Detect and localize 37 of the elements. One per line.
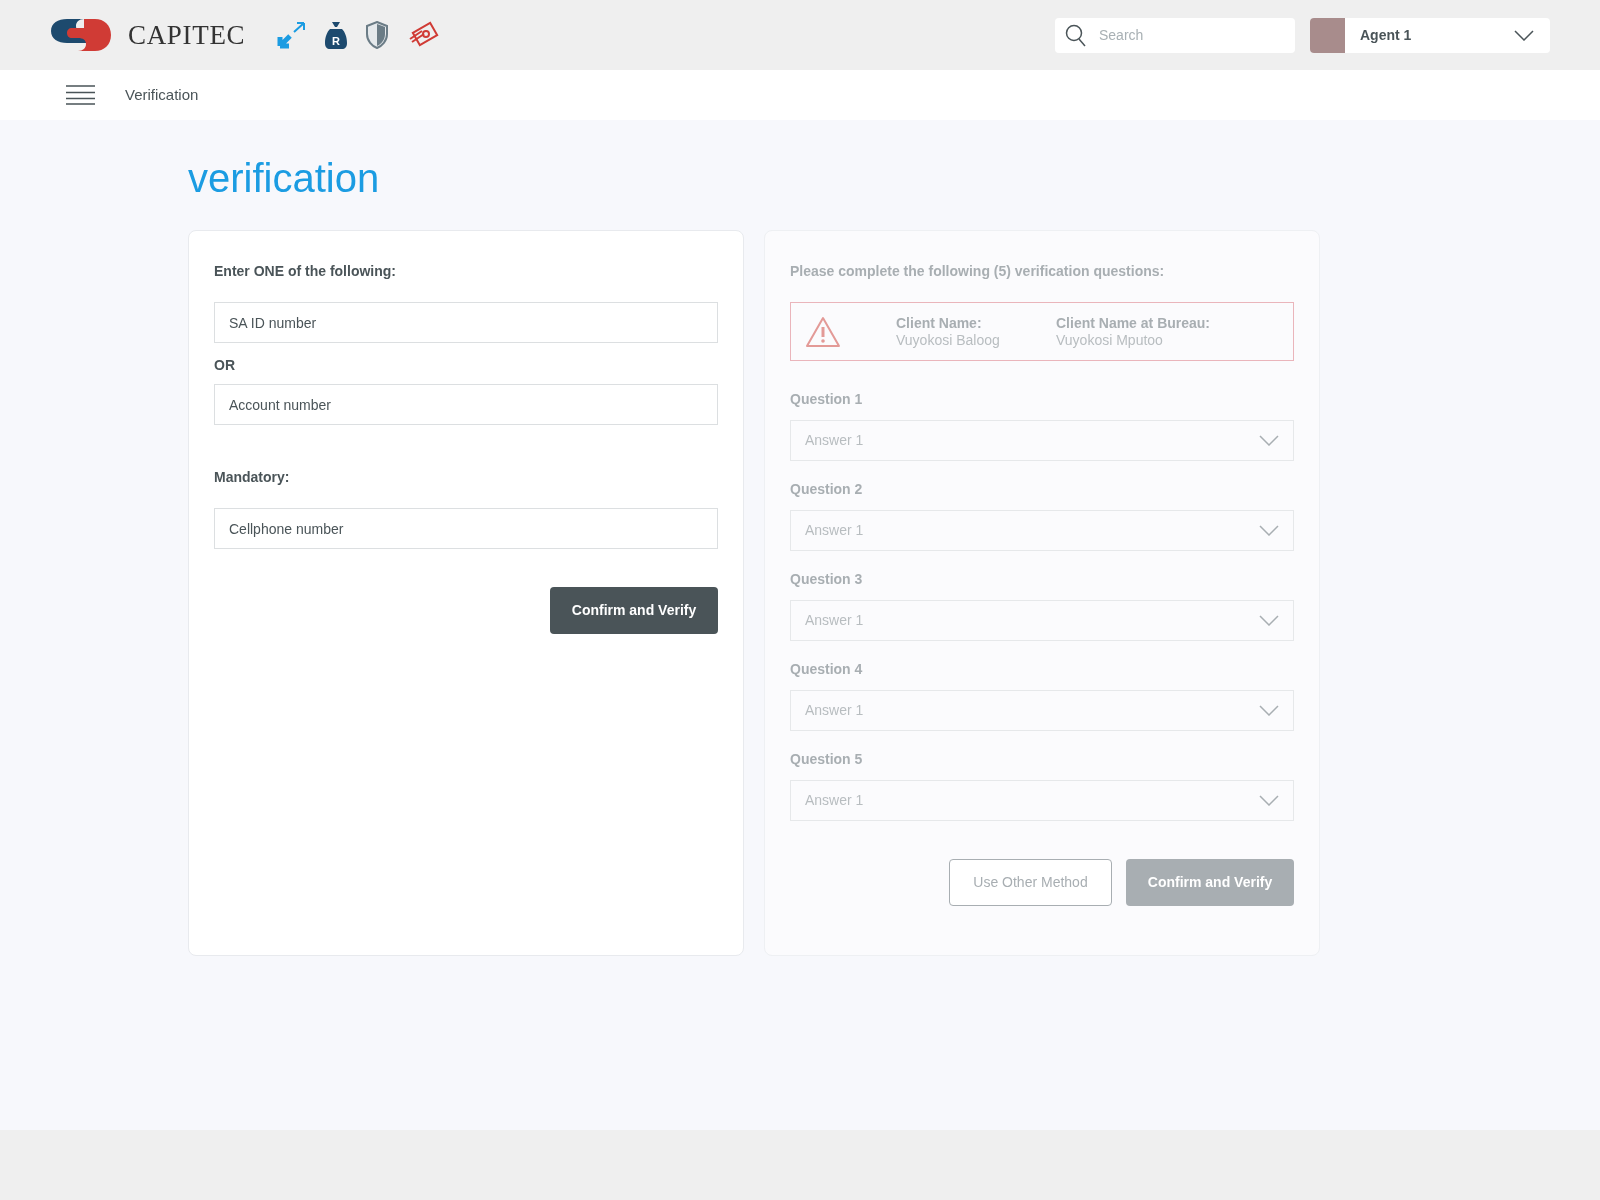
bureau-name: Vuyokosi Mputoo: [1056, 331, 1164, 349]
nav-title: Verification: [125, 84, 199, 105]
warning-icon: [805, 315, 841, 348]
money-bag-icon[interactable]: R: [325, 20, 348, 50]
input-field[interactable]: SA ID number: [214, 302, 718, 343]
client-name-label: Client Name:: [896, 314, 983, 332]
question-label: Question 3: [790, 570, 864, 589]
chevron-down-icon: [1259, 795, 1279, 806]
arrows-icon[interactable]: [277, 21, 308, 49]
search-field[interactable]: Search: [1055, 17, 1295, 53]
separator-label: OR: [214, 356, 236, 375]
question-label: Question 5: [790, 750, 864, 769]
chevron-down-icon: [1259, 435, 1279, 446]
card-heading: Please complete the following (5) verification questions:: [790, 262, 1166, 281]
avatar-placeholder: [1310, 17, 1345, 53]
question-label: Question 1: [790, 390, 864, 409]
search-icon: [1065, 23, 1087, 48]
input-field[interactable]: Cellphone number: [214, 508, 718, 549]
page-title: verification: [188, 158, 381, 198]
question-label: Question 4: [790, 660, 864, 679]
capitec-logo-icon: [50, 18, 112, 52]
question-label: Question 2: [790, 480, 864, 499]
chevron-down-icon: [1259, 705, 1279, 716]
brand-name: CAPITEC: [128, 18, 246, 52]
client-name: Vuyokosi Baloog: [896, 331, 1001, 349]
bureau-name-label: Client Name at Bureau:: [1056, 314, 1211, 332]
chevron-down-icon: [1514, 29, 1534, 41]
mandatory-label: Mandatory:: [214, 468, 291, 487]
user-name: Agent 1: [1360, 25, 1412, 45]
chevron-down-icon: [1259, 615, 1279, 626]
chevron-down-icon: [1259, 525, 1279, 536]
shield-icon[interactable]: [365, 21, 390, 49]
menu-icon[interactable]: [66, 85, 95, 105]
input-field[interactable]: Account number: [214, 384, 718, 425]
user-menu[interactable]: Agent 1: [1310, 17, 1550, 53]
confirm-button[interactable]: Confirm and Verify: [550, 587, 718, 634]
card-heading: Enter ONE of the following:: [214, 262, 397, 281]
